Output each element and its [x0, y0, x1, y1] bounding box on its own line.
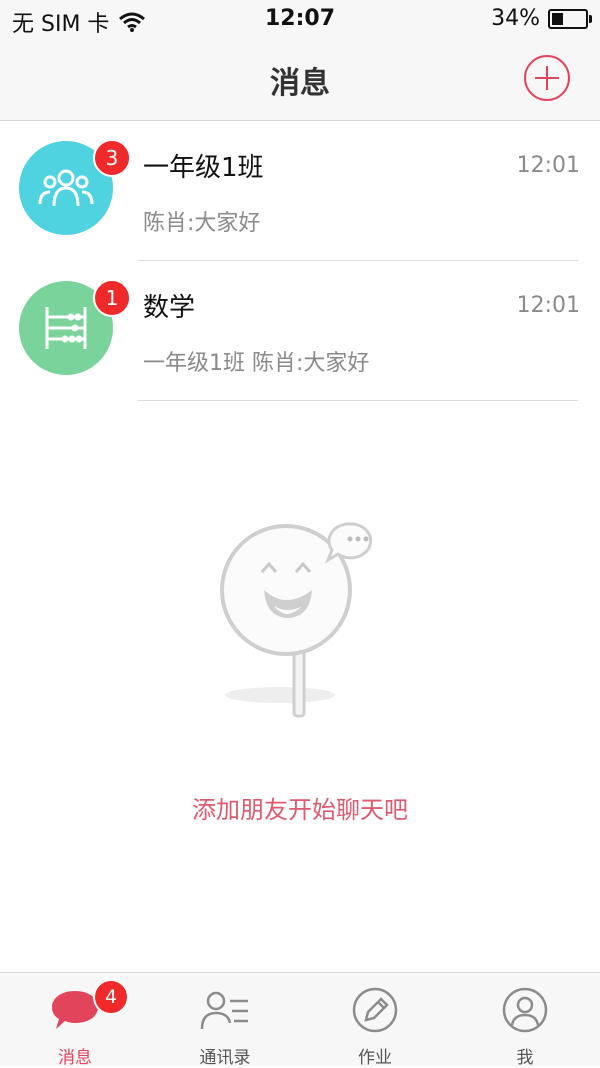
tab-contacts[interactable]: 通讯录: [150, 973, 300, 1068]
lollipop-mascot-illustration: [220, 522, 373, 718]
profile-icon: [502, 987, 548, 1033]
tab-label: 作业: [358, 1048, 392, 1068]
conversation-time: 12:01: [516, 293, 580, 318]
nav-bar: 消息: [0, 40, 600, 121]
tab-bar: 4 消息 通讯录 作业 我: [0, 972, 600, 1068]
tab-me[interactable]: 我: [450, 973, 600, 1068]
tab-messages[interactable]: 4 消息: [0, 973, 150, 1068]
battery-percent: 34%: [491, 6, 540, 31]
abacus-icon: [45, 307, 87, 349]
conversation-list: 3 一年级1班 12:01 陈肖:大家好 1 数学 12:01 一年级1班 陈肖…: [0, 121, 600, 401]
tab-label: 通讯录: [199, 1048, 251, 1068]
unread-badge: 3: [93, 139, 131, 177]
battery-icon: [548, 8, 592, 29]
unread-badge: 1: [93, 279, 131, 317]
conversation-time: 12:01: [516, 153, 580, 178]
conversation-title: 数学: [143, 293, 196, 323]
empty-state-message[interactable]: 添加朋友开始聊天吧: [0, 790, 600, 825]
page-title: 消息: [270, 66, 330, 101]
conversation-preview: 陈肖:大家好: [143, 211, 261, 236]
tab-homework[interactable]: 作业: [300, 973, 450, 1068]
group-icon: [38, 169, 94, 207]
status-right: 34%: [491, 6, 592, 31]
conversation-item[interactable]: 1 数学 12:01 一年级1班 陈肖:大家好: [0, 261, 600, 401]
conversation-item[interactable]: 3 一年级1班 12:01 陈肖:大家好: [0, 121, 600, 261]
tab-label: 消息: [58, 1048, 92, 1068]
pencil-icon: [352, 987, 398, 1033]
tab-label: 我: [516, 1048, 534, 1068]
add-button[interactable]: [524, 55, 570, 101]
status-bar: 无 SIM 卡 12:07 34%: [0, 0, 600, 40]
conversation-title: 一年级1班: [143, 153, 264, 183]
battery-fill: [552, 12, 563, 25]
contacts-icon: [200, 991, 248, 1030]
divider: [138, 400, 578, 401]
conversation-preview: 一年级1班 陈肖:大家好: [143, 351, 370, 376]
tab-badge: 4: [93, 979, 129, 1015]
